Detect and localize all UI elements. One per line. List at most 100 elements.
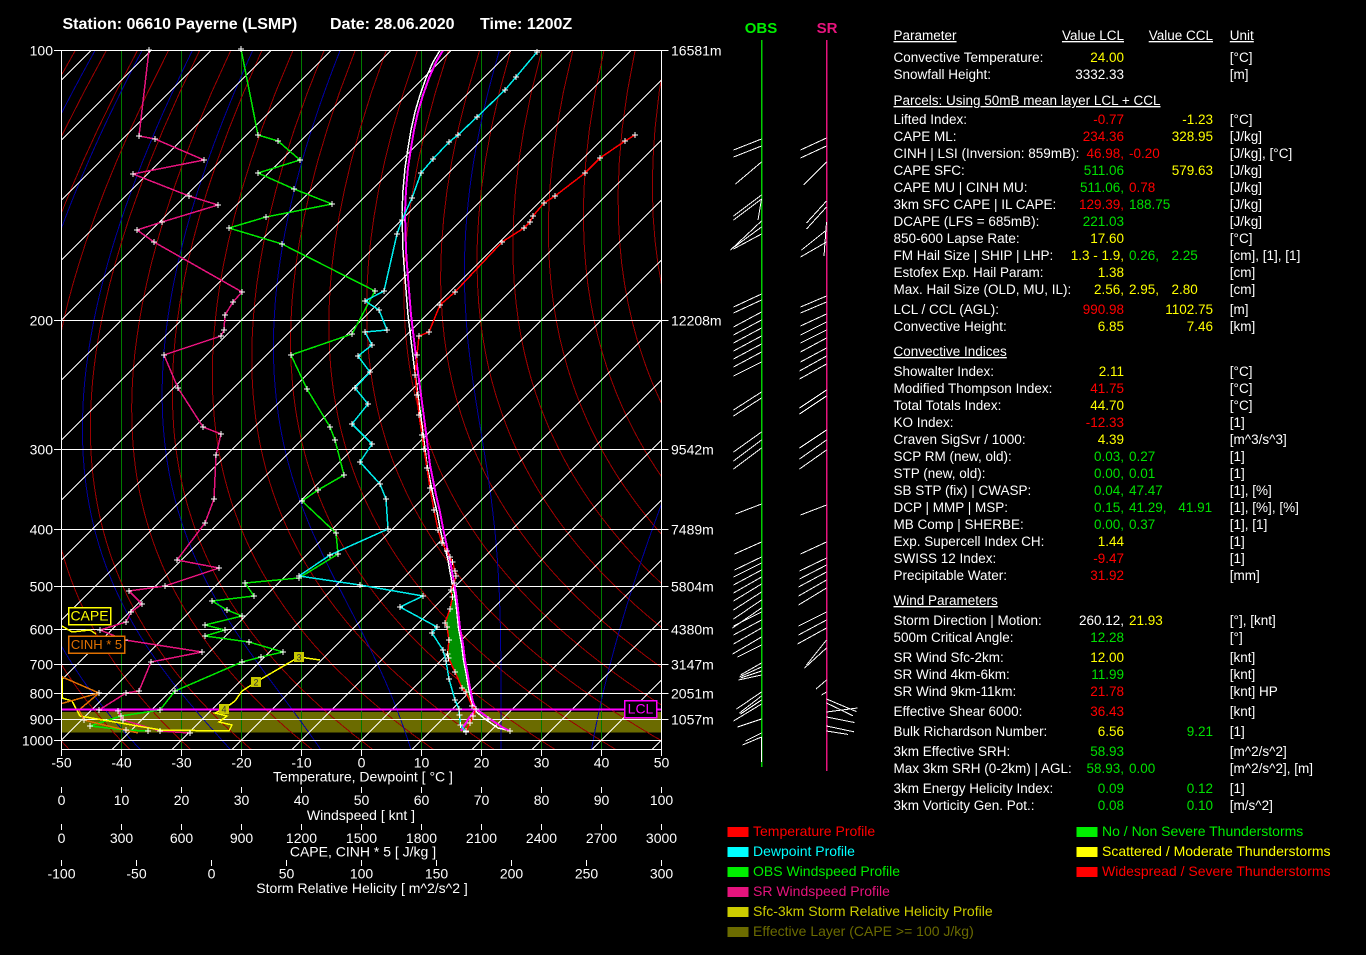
svg-text:Storm Relative Helicity [ m^2: Storm Relative Helicity [ m^2/s^2 ] bbox=[256, 880, 468, 896]
svg-text:3: 3 bbox=[296, 653, 301, 663]
svg-text:[J/kg]: [J/kg] bbox=[1230, 214, 1262, 229]
svg-text:Station: 06610 Payerne (LSMP): Station: 06610 Payerne (LSMP) bbox=[63, 16, 298, 33]
svg-text:0.26,: 0.26, bbox=[1129, 248, 1159, 263]
svg-text:-0.20: -0.20 bbox=[1129, 146, 1160, 161]
svg-text:CAPE MU | CINH MU:: CAPE MU | CINH MU: bbox=[894, 180, 1028, 195]
svg-text:0.15,: 0.15, bbox=[1094, 500, 1124, 515]
svg-text:OBS Windspeed Profile: OBS Windspeed Profile bbox=[753, 863, 900, 879]
svg-text:129.39,: 129.39, bbox=[1079, 197, 1124, 212]
svg-text:[1]: [1] bbox=[1230, 551, 1245, 566]
svg-text:260.12,: 260.12, bbox=[1079, 613, 1124, 628]
svg-text:SR Wind 4km-6km:: SR Wind 4km-6km: bbox=[894, 667, 1010, 682]
svg-text:2100: 2100 bbox=[466, 830, 497, 846]
svg-text:20: 20 bbox=[474, 755, 490, 771]
svg-text:4380m: 4380m bbox=[671, 622, 714, 638]
svg-text:[1]: [1] bbox=[1230, 724, 1245, 739]
svg-text:[1]: [1] bbox=[1230, 781, 1245, 796]
svg-text:0.08: 0.08 bbox=[1098, 798, 1124, 813]
svg-text:-9.47: -9.47 bbox=[1093, 551, 1124, 566]
svg-text:[1], [1]: [1], [1] bbox=[1230, 517, 1268, 532]
svg-text:[cm]: [cm] bbox=[1230, 282, 1256, 297]
svg-text:3147m: 3147m bbox=[671, 657, 714, 673]
svg-text:1102.75: 1102.75 bbox=[1165, 302, 1213, 317]
svg-text:Widespread / Severe Thundersto: Widespread / Severe Thunderstorms bbox=[1102, 863, 1331, 879]
svg-text:17.60: 17.60 bbox=[1090, 231, 1124, 246]
svg-text:12.28: 12.28 bbox=[1090, 630, 1124, 645]
svg-text:30: 30 bbox=[234, 792, 250, 808]
svg-text:12208m: 12208m bbox=[671, 313, 722, 329]
svg-text:250: 250 bbox=[575, 866, 599, 882]
svg-text:300: 300 bbox=[30, 442, 54, 458]
svg-text:2700: 2700 bbox=[586, 830, 617, 846]
svg-text:[cm]: [cm] bbox=[1230, 265, 1256, 280]
svg-text:3km Energy Helicity Index:: 3km Energy Helicity Index: bbox=[894, 781, 1054, 796]
svg-text:[°C]: [°C] bbox=[1230, 50, 1253, 65]
svg-text:47.47: 47.47 bbox=[1129, 483, 1163, 498]
svg-text:Dewpoint Profile: Dewpoint Profile bbox=[753, 843, 855, 859]
svg-text:Convective Height:: Convective Height: bbox=[894, 319, 1007, 334]
svg-text:Effective Layer (CAPE >= 100 J: Effective Layer (CAPE >= 100 J/kg) bbox=[753, 923, 974, 939]
svg-text:2: 2 bbox=[253, 678, 258, 688]
svg-text:221.03: 221.03 bbox=[1083, 214, 1124, 229]
svg-text:Wind Parameters: Wind Parameters bbox=[894, 593, 999, 608]
svg-text:30: 30 bbox=[534, 755, 550, 771]
svg-text:0: 0 bbox=[58, 830, 66, 846]
svg-text:16581m: 16581m bbox=[671, 43, 722, 59]
svg-text:0.12: 0.12 bbox=[1187, 781, 1213, 796]
svg-text:10: 10 bbox=[114, 792, 130, 808]
svg-text:[J/kg]: [J/kg] bbox=[1230, 197, 1262, 212]
svg-text:SR Wind Sfc-2km:: SR Wind Sfc-2km: bbox=[894, 650, 1004, 665]
svg-text:2.95,: 2.95, bbox=[1129, 282, 1159, 297]
svg-text:0.78: 0.78 bbox=[1129, 180, 1155, 195]
svg-text:[m]: [m] bbox=[1230, 67, 1249, 82]
svg-text:90: 90 bbox=[594, 792, 610, 808]
svg-text:7489m: 7489m bbox=[671, 522, 714, 538]
svg-text:1.38: 1.38 bbox=[1098, 265, 1124, 280]
svg-text:3km Vorticity Gen. Pot.:: 3km Vorticity Gen. Pot.: bbox=[894, 798, 1035, 813]
svg-text:Estofex Exp. Hail Param:: Estofex Exp. Hail Param: bbox=[894, 265, 1044, 280]
svg-text:70: 70 bbox=[474, 792, 490, 808]
svg-text:Convective Indices: Convective Indices bbox=[894, 344, 1008, 359]
svg-text:Scattered / Moderate Thunderst: Scattered / Moderate Thunderstorms bbox=[1102, 843, 1331, 859]
svg-text:21.78: 21.78 bbox=[1090, 684, 1124, 699]
svg-text:[°C]: [°C] bbox=[1230, 231, 1253, 246]
svg-text:Total Totals Index:: Total Totals Index: bbox=[894, 398, 1002, 413]
svg-text:234.36: 234.36 bbox=[1083, 129, 1124, 144]
svg-text:KO Index:: KO Index: bbox=[894, 415, 954, 430]
svg-text:Parcels: Using 50mB mean layer: Parcels: Using 50mB mean layer LCL + CCL bbox=[894, 93, 1161, 108]
svg-text:SR: SR bbox=[817, 20, 838, 37]
svg-text:58.93,: 58.93, bbox=[1086, 761, 1124, 776]
svg-text:0.01: 0.01 bbox=[1129, 466, 1155, 481]
svg-text:[knt]: [knt] bbox=[1230, 704, 1256, 719]
svg-text:21.93: 21.93 bbox=[1129, 613, 1163, 628]
svg-text:0.03,: 0.03, bbox=[1094, 449, 1124, 464]
svg-text:Precipitable Water:: Precipitable Water: bbox=[894, 568, 1008, 583]
svg-text:500m Critical Angle:: 500m Critical Angle: bbox=[894, 630, 1014, 645]
svg-text:LCL: LCL bbox=[628, 701, 654, 717]
svg-text:[°C]: [°C] bbox=[1230, 381, 1253, 396]
svg-text:[1]: [1] bbox=[1230, 534, 1245, 549]
svg-text:Sfc-3km Storm Relative Helicit: Sfc-3km Storm Relative Helicity Profile bbox=[753, 903, 993, 919]
svg-text:[knt]: [knt] bbox=[1230, 667, 1256, 682]
svg-text:Modified Thompson Index:: Modified Thompson Index: bbox=[894, 381, 1053, 396]
svg-text:Date: 28.06.2020: Date: 28.06.2020 bbox=[330, 16, 455, 33]
svg-text:41.29,: 41.29, bbox=[1129, 500, 1167, 515]
svg-text:900: 900 bbox=[230, 830, 254, 846]
svg-text:3000: 3000 bbox=[646, 830, 677, 846]
svg-text:SR Wind 9km-11km:: SR Wind 9km-11km: bbox=[894, 684, 1017, 699]
svg-text:511.06,: 511.06, bbox=[1080, 180, 1124, 195]
svg-text:2.25: 2.25 bbox=[1172, 248, 1198, 263]
svg-text:2.11: 2.11 bbox=[1099, 364, 1124, 379]
svg-text:328.95: 328.95 bbox=[1172, 129, 1213, 144]
svg-text:80: 80 bbox=[534, 792, 550, 808]
svg-text:Value LCL: Value LCL bbox=[1062, 28, 1125, 43]
svg-text:-12.33: -12.33 bbox=[1086, 415, 1124, 430]
svg-text:990.98: 990.98 bbox=[1083, 302, 1124, 317]
svg-text:100: 100 bbox=[30, 43, 54, 59]
svg-text:6.85: 6.85 bbox=[1098, 319, 1124, 334]
svg-text:Exp. Supercell Index CH:: Exp. Supercell Index CH: bbox=[894, 534, 1045, 549]
svg-text:Temperature, Dewpoint [ °C ]: Temperature, Dewpoint [ °C ] bbox=[273, 769, 453, 785]
svg-text:Unit: Unit bbox=[1230, 28, 1254, 43]
svg-text:SB STP (fix) | CWASP:: SB STP (fix) | CWASP: bbox=[894, 483, 1032, 498]
svg-text:[°C]: [°C] bbox=[1230, 364, 1253, 379]
